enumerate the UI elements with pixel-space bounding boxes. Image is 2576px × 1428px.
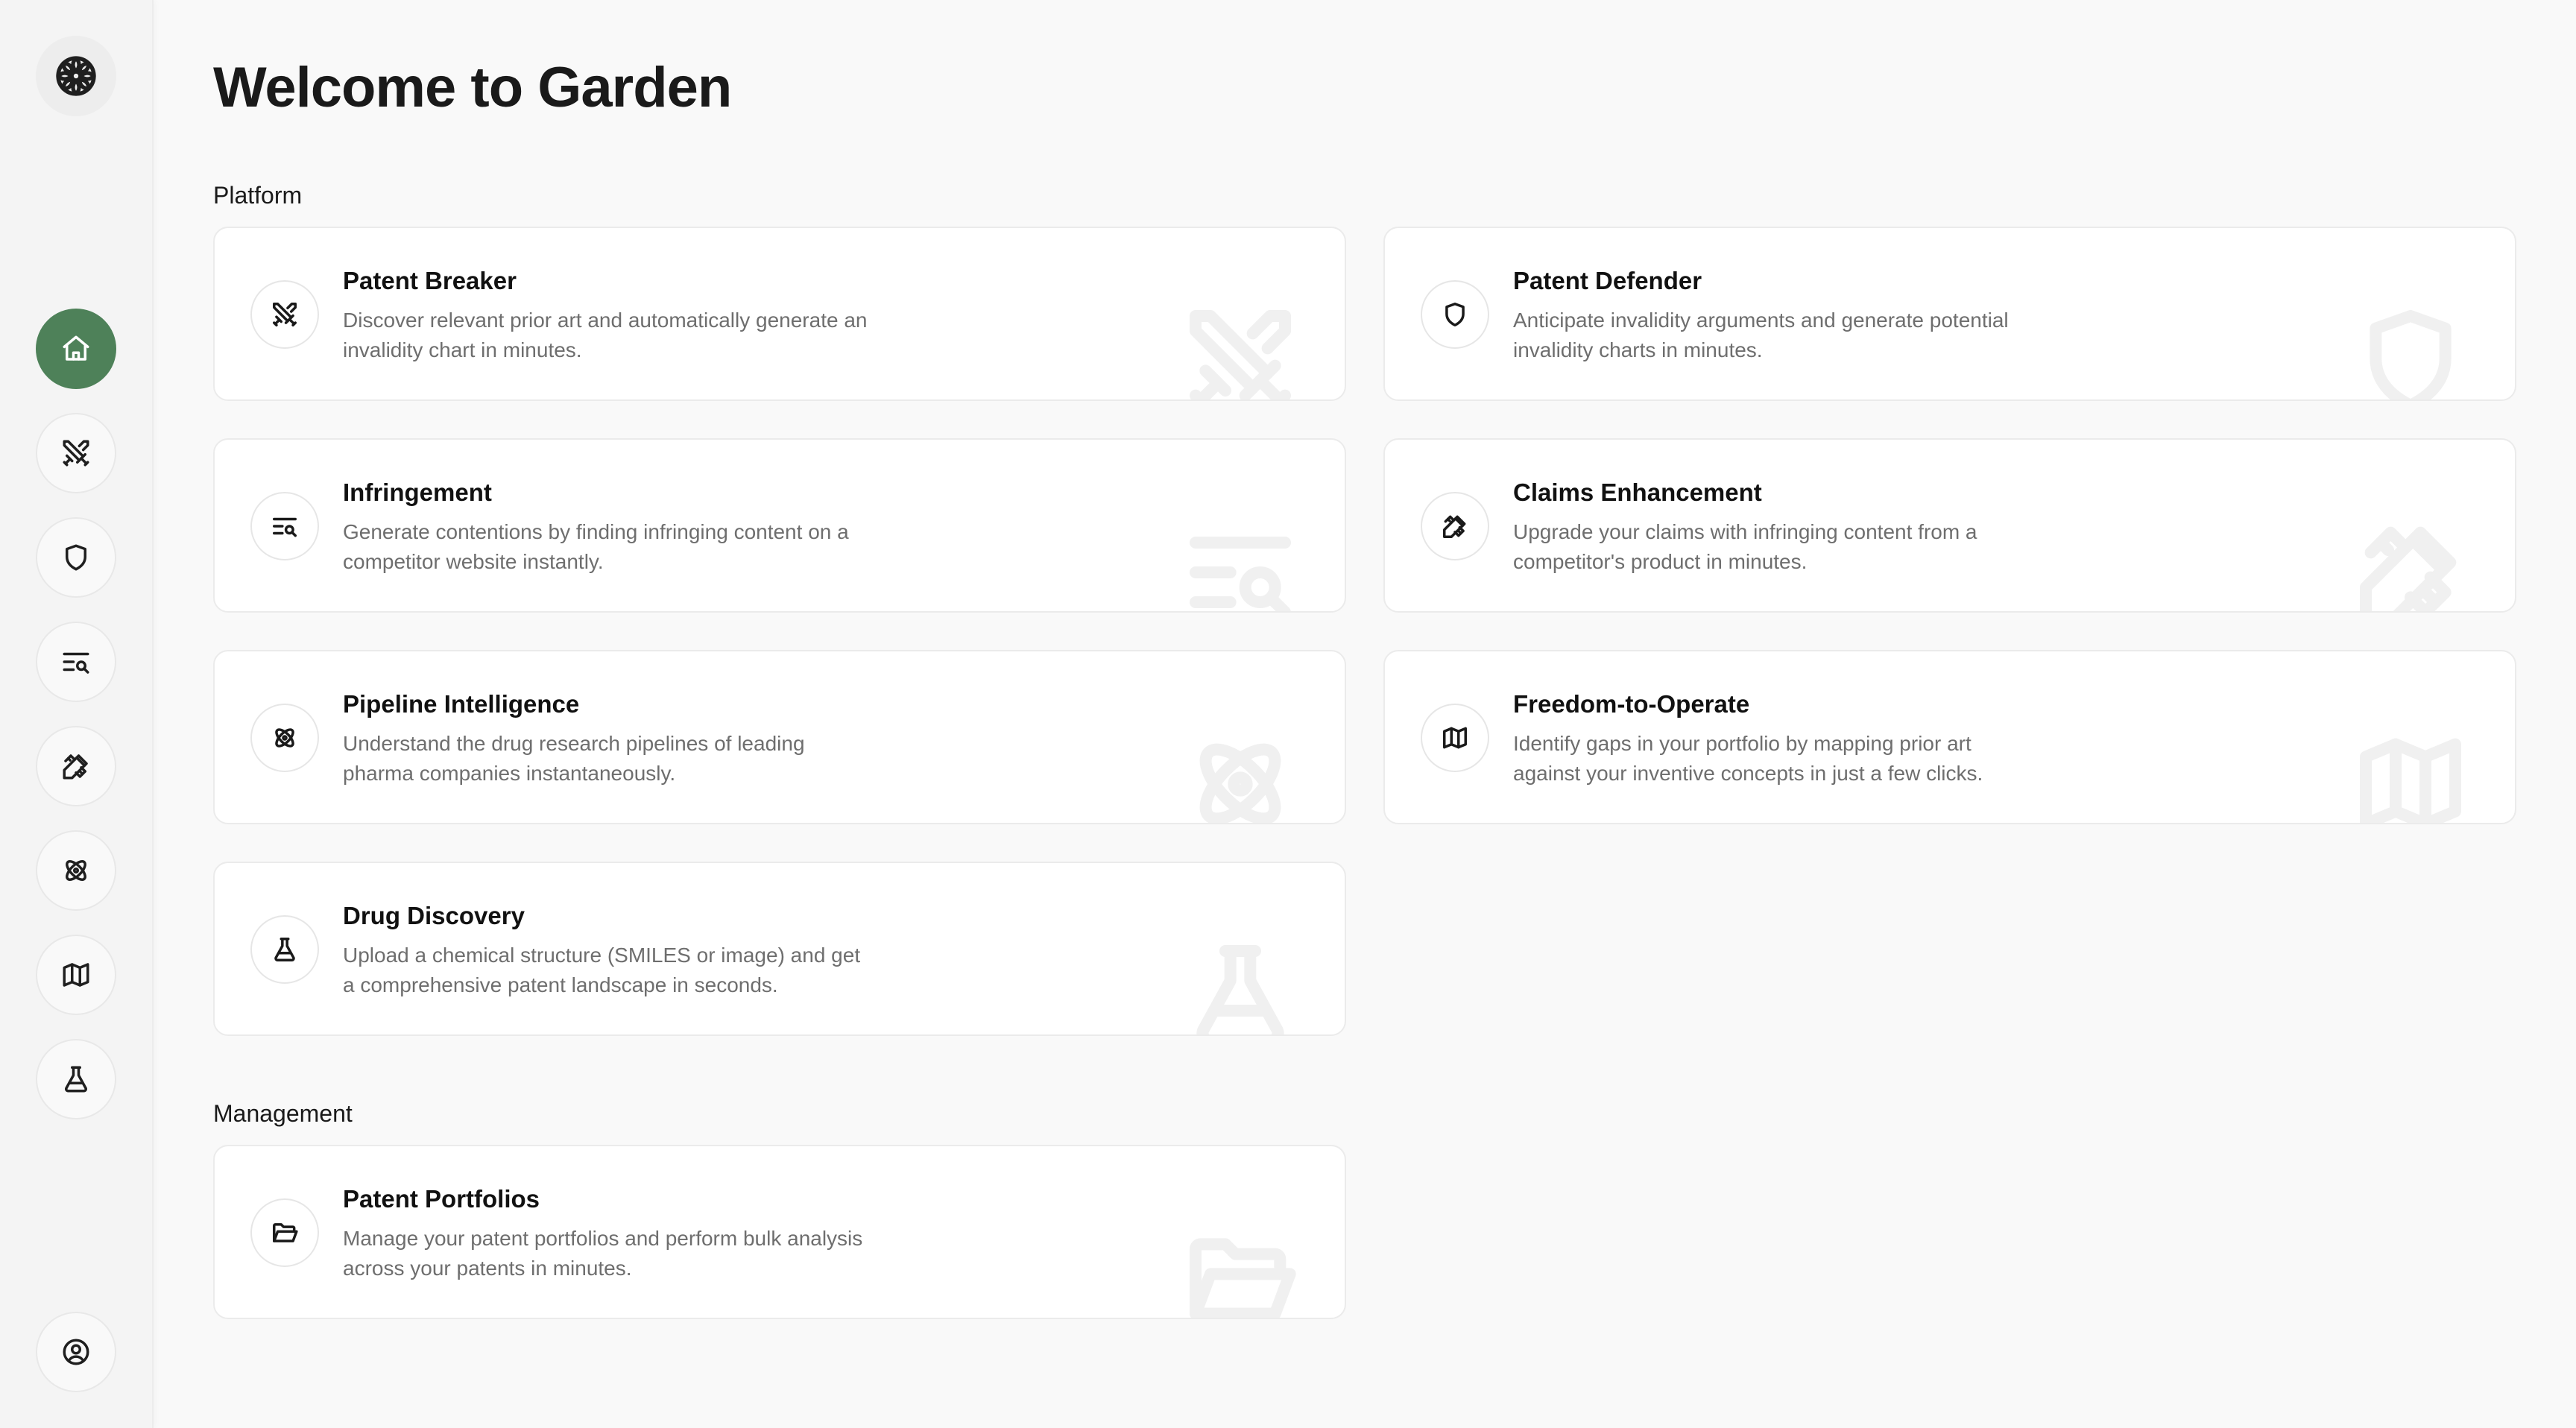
shield-icon [1421, 280, 1489, 349]
card-patent-breaker[interactable]: Patent Breaker Discover relevant prior a… [213, 227, 1346, 401]
sidebar-item-claims-enhancement[interactable] [36, 726, 116, 806]
card-freedom-to-operate[interactable]: Freedom-to-Operate Identify gaps in your… [1383, 650, 2516, 824]
map-icon [1421, 704, 1489, 772]
sidebar-item-drug-discovery[interactable] [36, 1039, 116, 1119]
card-title: Infringement [343, 478, 492, 506]
map-watermark-icon [2351, 717, 2470, 824]
card-patent-portfolios[interactable]: Patent Portfolios Manage your patent por… [213, 1145, 1346, 1319]
crossed-swords-icon [250, 280, 319, 349]
shield-icon [60, 542, 92, 573]
card-title: Patent Portfolios [343, 1185, 540, 1213]
sidebar-item-patent-defender[interactable] [36, 517, 116, 598]
text-search-icon [250, 492, 319, 560]
home-icon [60, 333, 92, 364]
card-patent-defender[interactable]: Patent Defender Anticipate invalidity ar… [1383, 227, 2516, 401]
sidebar [0, 0, 154, 1428]
sidebar-item-infringement[interactable] [36, 622, 116, 702]
card-title: Drug Discovery [343, 902, 525, 929]
card-drug-discovery[interactable]: Drug Discovery Upload a chemical structu… [213, 862, 1346, 1036]
sidebar-item-home[interactable] [36, 309, 116, 389]
atom-icon [60, 855, 92, 886]
pencil-ruler-icon [1421, 492, 1489, 560]
section-label-management: Management [213, 1100, 353, 1127]
card-title: Pipeline Intelligence [343, 690, 580, 718]
crossed-swords-watermark-icon [1181, 294, 1300, 401]
card-title: Patent Breaker [343, 267, 517, 294]
card-description: Upload a chemical structure (SMILES or i… [343, 944, 861, 996]
atom-icon [250, 704, 319, 772]
sidebar-item-freedom-to-operate[interactable] [36, 935, 116, 1015]
account-button[interactable] [36, 1312, 116, 1392]
flask-watermark-icon [1181, 929, 1300, 1036]
card-infringement[interactable]: Infringement Generate contentions by fin… [213, 438, 1346, 613]
shield-watermark-icon [2351, 294, 2470, 401]
card-description: Manage your patent portfolios and perfor… [343, 1227, 863, 1280]
card-description: Discover relevant prior art and automati… [343, 309, 868, 361]
text-search-icon [60, 646, 92, 677]
folder-open-watermark-icon [1181, 1212, 1300, 1319]
section-label-platform: Platform [213, 182, 303, 209]
atom-watermark-icon [1181, 717, 1300, 824]
card-title: Patent Defender [1513, 267, 1702, 294]
sidebar-item-pipeline-intelligence[interactable] [36, 830, 116, 911]
card-description: Anticipate invalidity arguments and gene… [1513, 309, 2009, 361]
card-description: Generate contentions by finding infringi… [343, 520, 849, 573]
card-title: Freedom-to-Operate [1513, 690, 1750, 718]
crossed-swords-icon [60, 437, 92, 469]
card-pipeline-intelligence[interactable]: Pipeline Intelligence Understand the dru… [213, 650, 1346, 824]
card-title: Claims Enhancement [1513, 478, 1762, 506]
map-icon [60, 959, 92, 991]
sidebar-item-patent-breaker[interactable] [36, 413, 116, 493]
card-description: Identify gaps in your portfolio by mappi… [1513, 732, 1983, 785]
page-title: Welcome to Garden [213, 56, 732, 119]
user-circle-icon [60, 1336, 92, 1368]
text-search-watermark-icon [1181, 505, 1300, 613]
flask-icon [60, 1064, 92, 1095]
flower-logo-icon[interactable] [36, 36, 116, 116]
pencil-ruler-icon [60, 751, 92, 782]
folder-open-icon [250, 1198, 319, 1267]
pencil-ruler-watermark-icon [2351, 505, 2470, 613]
card-claims-enhancement[interactable]: Claims Enhancement Upgrade your claims w… [1383, 438, 2516, 613]
card-description: Upgrade your claims with infringing cont… [1513, 520, 1977, 573]
flask-icon [250, 915, 319, 984]
card-description: Understand the drug research pipelines o… [343, 732, 805, 785]
